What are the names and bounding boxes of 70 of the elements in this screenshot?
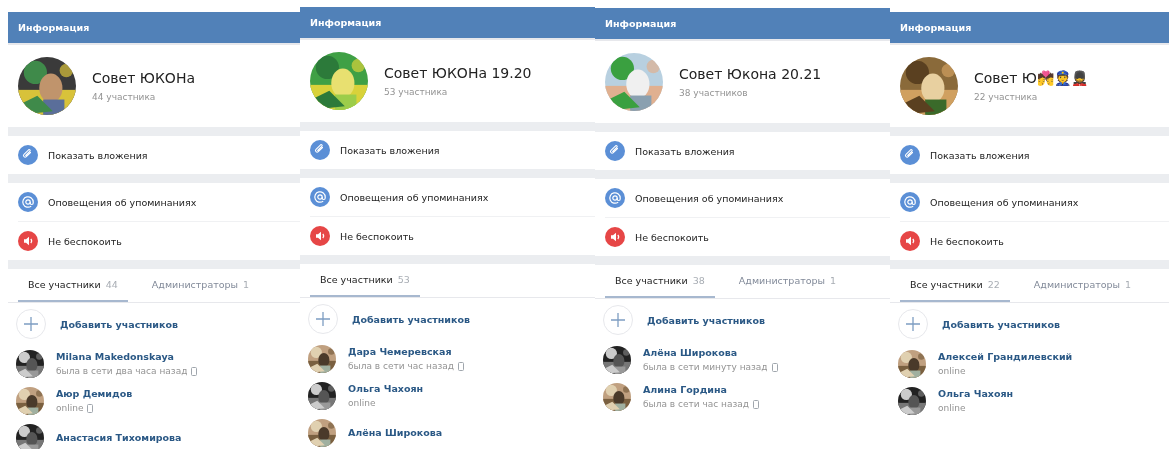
- member-status: была в сети два часа назад: [56, 366, 188, 376]
- panel-header-title: Информация: [18, 22, 90, 33]
- speaker-icon: [310, 226, 330, 246]
- member-status: online: [56, 403, 84, 413]
- speaker-icon: [605, 227, 625, 247]
- member-name[interactable]: Алина Гордина: [643, 384, 759, 395]
- member-status: online: [938, 366, 966, 376]
- action-label[interactable]: Оповещения об упоминаниях: [635, 192, 784, 204]
- action-label[interactable]: Не беспокоить: [48, 235, 122, 247]
- action-label[interactable]: Показать вложения: [635, 145, 735, 157]
- paperclip-icon: [605, 141, 625, 161]
- speaker-icon: [900, 231, 920, 251]
- members-tab[interactable]: Все участники 53: [310, 264, 420, 297]
- speaker-icon: [18, 231, 38, 251]
- action-label[interactable]: Оповещения об упоминаниях: [48, 196, 197, 208]
- member-name[interactable]: Алёна Широкова: [643, 347, 778, 358]
- add-members-link[interactable]: Добавить участников: [60, 318, 178, 330]
- members-tab[interactable]: Администраторы 1: [1023, 269, 1142, 302]
- paperclip-icon: [900, 145, 920, 165]
- action-label[interactable]: Не беспокоить: [340, 230, 414, 242]
- chat-title: Совет Ю💏👮💂: [974, 70, 1090, 86]
- members-tab[interactable]: Все участники 44: [18, 269, 128, 302]
- phone-icon: [191, 366, 198, 376]
- chat-title: Совет ЮКОНа: [92, 70, 195, 86]
- at-sign-icon: [310, 187, 330, 207]
- action-label[interactable]: Показать вложения: [340, 144, 440, 156]
- members-tab[interactable]: Администраторы 1: [728, 265, 847, 298]
- member-status: online: [348, 398, 376, 408]
- at-sign-icon: [18, 192, 38, 212]
- member-count: 53 участника: [384, 87, 449, 97]
- member-count: 44 участника: [92, 92, 157, 102]
- add-members-link[interactable]: Добавить участников: [942, 318, 1060, 330]
- member-name[interactable]: Ольга Чахоян: [938, 388, 1014, 399]
- at-sign-icon: [605, 188, 625, 208]
- member-name[interactable]: Алёна Широкова: [348, 427, 443, 438]
- members-tab[interactable]: Администраторы 1: [141, 269, 260, 302]
- panel-header-title: Информация: [605, 18, 677, 29]
- action-label[interactable]: Показать вложения: [48, 149, 148, 161]
- phone-icon: [87, 403, 94, 413]
- chat-title: Совет Юкона 20.21: [679, 66, 822, 82]
- action-label[interactable]: Оповещения об упоминаниях: [930, 196, 1079, 208]
- members-tab[interactable]: Все участники 38: [605, 265, 715, 298]
- members-tab[interactable]: Все участники 22: [900, 269, 1010, 302]
- member-status: была в сети час назад: [643, 399, 749, 409]
- at-sign-icon: [900, 192, 920, 212]
- phone-icon: [752, 399, 759, 409]
- member-count: 38 участников: [679, 88, 749, 98]
- member-name[interactable]: Дара Чемеревская: [348, 346, 464, 357]
- paperclip-icon: [310, 140, 330, 160]
- add-members-link[interactable]: Добавить участников: [647, 314, 765, 326]
- paperclip-icon: [18, 145, 38, 165]
- member-name[interactable]: Алексей Грандилевский: [938, 351, 1073, 362]
- add-members-link[interactable]: Добавить участников: [352, 313, 470, 325]
- member-name[interactable]: Аюр Демидов: [56, 388, 133, 399]
- member-name[interactable]: Ольга Чахоян: [348, 383, 424, 394]
- chat-title: Совет ЮКОНа 19.20: [384, 65, 532, 81]
- action-label[interactable]: Показать вложения: [930, 149, 1030, 161]
- panel-header-title: Информация: [310, 17, 382, 28]
- panel-header-title: Информация: [900, 22, 972, 33]
- action-label[interactable]: Не беспокоить: [635, 231, 709, 243]
- member-status: была в сети минуту назад: [643, 362, 768, 372]
- member-name[interactable]: Milana Makedonskaya: [56, 351, 198, 362]
- action-label[interactable]: Не беспокоить: [930, 235, 1004, 247]
- action-label[interactable]: Оповещения об упоминаниях: [340, 191, 489, 203]
- phone-icon: [457, 361, 464, 371]
- member-name[interactable]: Анастасия Тихомирова: [56, 432, 182, 443]
- member-count: 22 участника: [974, 92, 1039, 102]
- phone-icon: [771, 362, 778, 372]
- member-status: была в сети час назад: [348, 361, 454, 371]
- member-status: online: [938, 403, 966, 413]
